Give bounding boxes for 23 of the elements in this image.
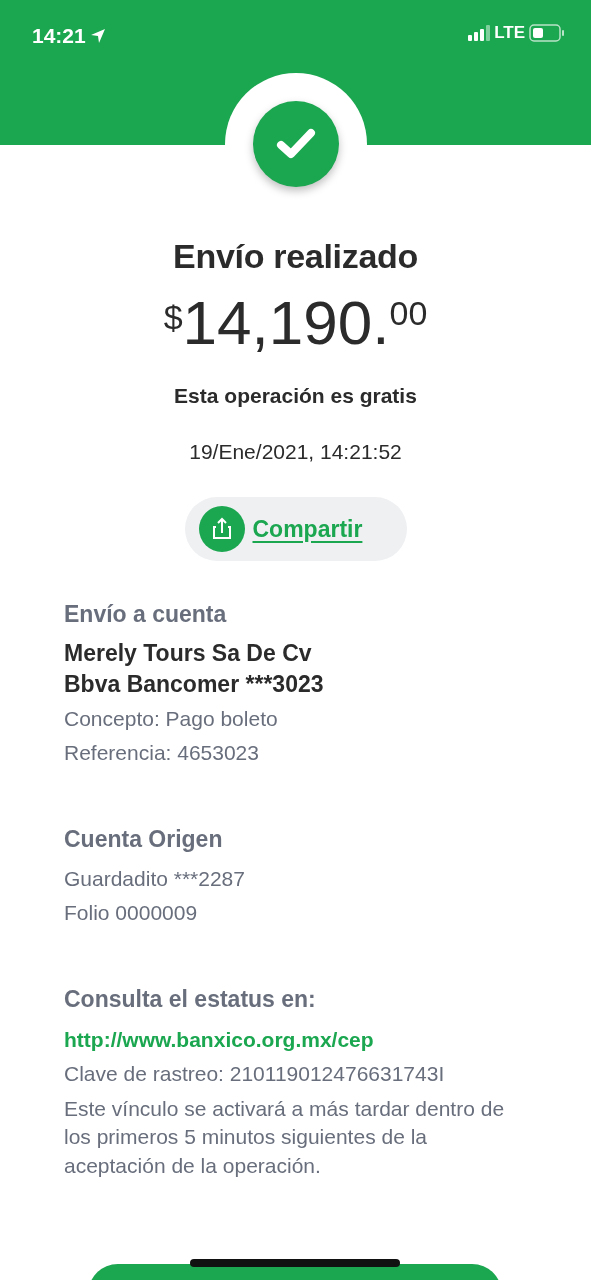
battery-icon <box>529 23 565 42</box>
clock-time: 14:21 <box>32 23 86 49</box>
date-time: 19/Ene/2021, 14:21:52 <box>188 438 403 465</box>
share-button[interactable]: Compartir <box>184 497 407 561</box>
recipient-text: Bbva Bancomer ***3023 <box>64 669 325 699</box>
success-check-icon <box>253 101 339 187</box>
note-text: Este vínculo se activará a más tardar dentro de los primeros 5 minutos siguientes de la aceptación de la operación. <box>64 1095 506 1179</box>
location-arrow-icon <box>89 27 106 44</box>
share-icon <box>198 506 245 552</box>
section-heading: Consulta el estatus en: <box>64 985 317 1014</box>
fee-note: Esta operación es gratis <box>173 383 418 409</box>
section-heading: Envío a cuenta <box>64 600 228 629</box>
detail-text: Guardadito ***2287 <box>64 866 246 892</box>
recipient-text: Merely Tours Sa De Cv <box>64 638 313 668</box>
signal-icon <box>468 24 491 41</box>
network-label: LTE <box>494 22 525 44</box>
detail-text: Referencia: 4653023 <box>64 739 260 766</box>
section-heading: Cuenta Origen <box>64 824 224 854</box>
page-title: Envío realizado <box>172 236 419 277</box>
detail-text: Clave de rastreo: 210119012476631743I <box>64 1060 446 1087</box>
status-link[interactable]: http://www.banxico.org.mx/cep <box>64 1022 374 1057</box>
detail-text: Folio 0000009 <box>64 900 199 926</box>
detail-text: Concepto: Pago boleto <box>64 705 279 732</box>
